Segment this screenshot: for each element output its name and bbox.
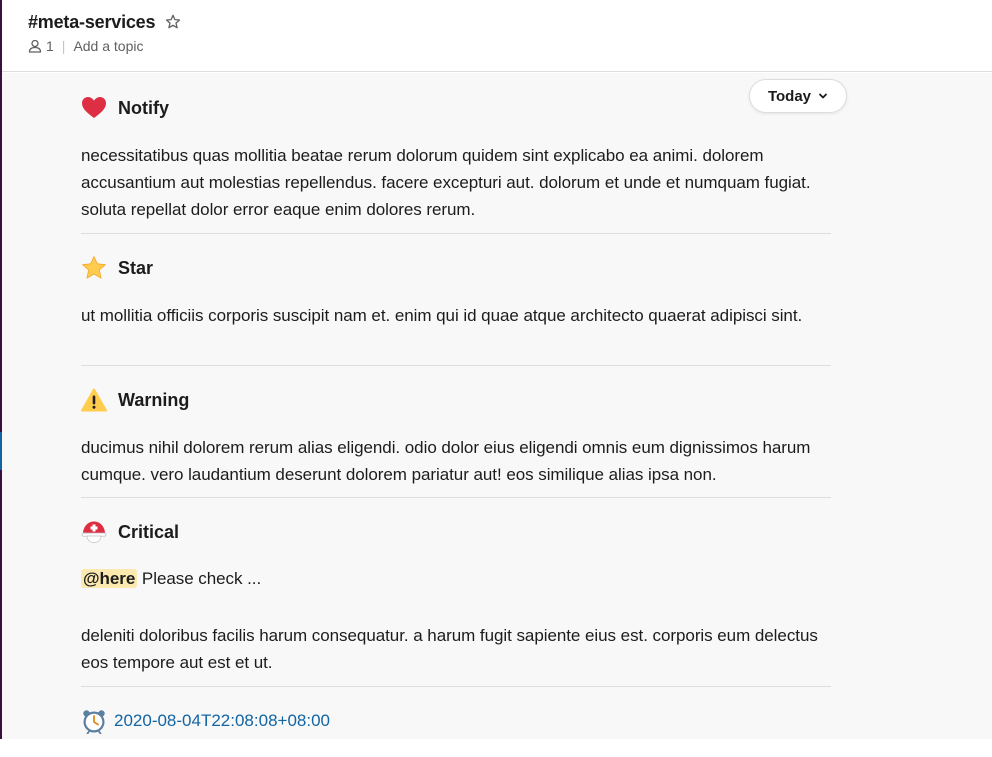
message-title-row: Star bbox=[81, 254, 831, 282]
message-block: Notify necessitatibus quas mollitia beat… bbox=[81, 94, 831, 223]
red-heart-icon bbox=[81, 95, 107, 121]
message-divider bbox=[81, 365, 831, 366]
message-divider bbox=[81, 686, 831, 687]
add-topic-link[interactable]: Add a topic bbox=[73, 38, 143, 54]
message-title: Star bbox=[118, 257, 154, 278]
message-block: Warning ducimus nihil dolorem rerum alia… bbox=[81, 386, 831, 488]
alarm-clock-icon bbox=[81, 708, 107, 734]
mention-text: Please check ... bbox=[137, 569, 262, 588]
message-body: deleniti doloribus facilis harum consequ… bbox=[81, 626, 818, 672]
bottom-strip bbox=[0, 739, 992, 757]
message-divider bbox=[81, 233, 831, 234]
message-title: Warning bbox=[118, 389, 190, 410]
message-title-row: Notify bbox=[81, 94, 831, 122]
message-title-row: Warning bbox=[81, 386, 831, 414]
here-mention[interactable]: @here bbox=[81, 569, 138, 588]
message-divider bbox=[81, 497, 831, 498]
message-body: ut mollitia officiis corporis suscipit n… bbox=[81, 306, 803, 325]
message-title-row: Critical bbox=[81, 518, 831, 546]
member-count-button[interactable]: 1 bbox=[28, 38, 54, 54]
mention-line: @here Please check ... bbox=[81, 565, 831, 592]
message-body: necessitatibus quas mollitia beatae reru… bbox=[81, 146, 811, 219]
timestamp-link[interactable]: 2020-08-04T22:08:08+08:00 bbox=[114, 711, 330, 731]
star-icon bbox=[81, 255, 107, 281]
warning-icon bbox=[81, 387, 107, 413]
channel-name[interactable]: #meta-services bbox=[28, 12, 155, 33]
message-pane[interactable]: Today Notify necessitatibus quas molliti… bbox=[2, 73, 992, 739]
star-outline-icon[interactable] bbox=[165, 14, 181, 30]
message-title: Notify bbox=[118, 97, 169, 118]
channel-meta: 1 | Add a topic bbox=[28, 36, 144, 56]
member-count: 1 bbox=[46, 38, 54, 54]
meta-separator: | bbox=[61, 38, 66, 54]
channel-title-row: #meta-services bbox=[28, 10, 181, 34]
timestamp-row: 2020-08-04T22:08:08+08:00 bbox=[81, 707, 330, 735]
message-title: Critical bbox=[118, 521, 180, 542]
message-body: ducimus nihil dolorem rerum alias eligen… bbox=[81, 438, 811, 484]
message-block: Star ut mollitia officiis corporis susci… bbox=[81, 254, 831, 329]
channel-header: #meta-services 1 | Add a topic bbox=[2, 0, 992, 72]
message-block: Critical @here Please check ... deleniti… bbox=[81, 518, 831, 676]
rescue-helmet-icon bbox=[81, 519, 107, 545]
person-icon bbox=[28, 39, 42, 53]
